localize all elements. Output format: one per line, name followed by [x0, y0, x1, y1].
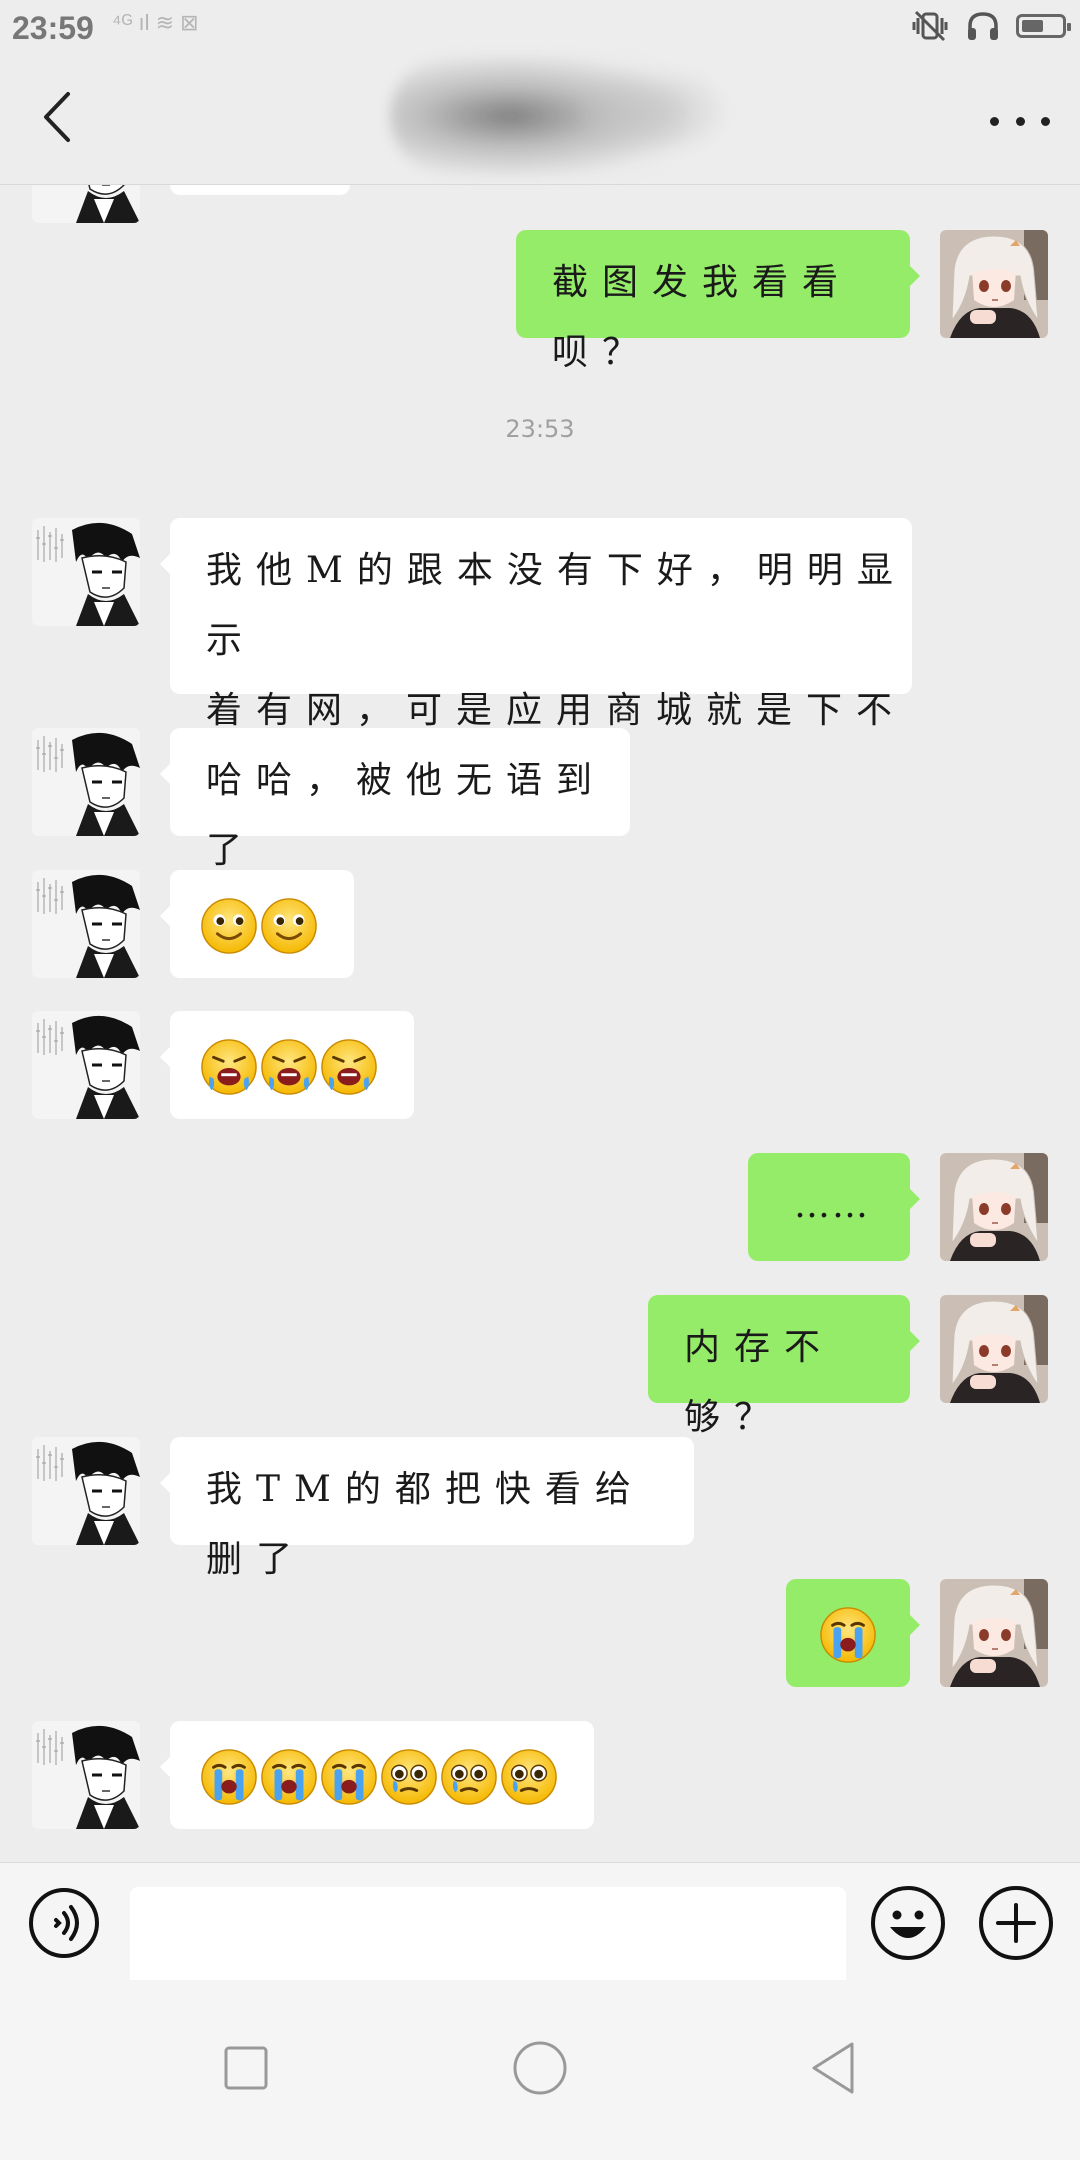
- avatar-contact[interactable]: [32, 1011, 140, 1119]
- status-time: 23:59: [12, 10, 94, 46]
- mute-vibrate-icon: [912, 10, 948, 42]
- teary-emoji: [380, 1748, 438, 1806]
- dot: [990, 116, 999, 126]
- more-dots-icon[interactable]: [990, 106, 1050, 136]
- message-bubble[interactable]: [170, 185, 350, 195]
- status-bar: 23:59 ⁴ᴳ ıl ≋ ⊠: [0, 0, 1080, 56]
- battery-icon: [1016, 14, 1071, 38]
- teary-emoji: [500, 1748, 558, 1806]
- avatar-contact[interactable]: [32, 870, 140, 978]
- back-icon[interactable]: [804, 2038, 864, 2098]
- puke-emoji: [320, 1038, 378, 1096]
- chevron-left-icon[interactable]: [32, 82, 92, 152]
- puke-emoji: [200, 1038, 258, 1096]
- message-text-line: 我他M的跟本没有下好，明明显示: [206, 550, 907, 661]
- avatar-self[interactable]: [940, 1579, 1048, 1687]
- message-text: 截图发我看看呗？: [552, 262, 853, 373]
- teary-emoji: [440, 1748, 498, 1806]
- message-bubble[interactable]: 我TM的都把快看给删了: [160, 1437, 694, 1580]
- crying-emoji: [200, 1748, 258, 1806]
- message-bubble[interactable]: [786, 1579, 920, 1687]
- crying-emoji: [260, 1748, 318, 1806]
- dot: [1015, 116, 1025, 126]
- message-text: 内存不够？: [684, 1327, 835, 1438]
- plus-icon[interactable]: [978, 1885, 1054, 1961]
- puke-emoji: [260, 1038, 318, 1096]
- battery-level: [1022, 20, 1043, 32]
- avatar-contact[interactable]: [32, 518, 140, 626]
- message-input-bar: [0, 1862, 1080, 1993]
- headphones-icon: [968, 12, 998, 40]
- avatar-contact[interactable]: [32, 185, 140, 223]
- recent-apps-icon[interactable]: [216, 2038, 276, 2098]
- message-text: ……: [794, 1185, 870, 1226]
- message-bubble[interactable]: 哈哈，被他无语到了: [160, 728, 630, 871]
- message-bubble[interactable]: [160, 1011, 414, 1119]
- avatar-self[interactable]: [940, 1295, 1048, 1403]
- message-text: 哈哈，被他无语到了: [206, 760, 607, 871]
- status-right-icons: [910, 10, 1071, 42]
- crying-emoji: [320, 1748, 378, 1806]
- signal-wifi-icons: ⁴ᴳ ıl ≋ ⊠: [112, 10, 199, 35]
- message-timestamp: 23:53: [505, 415, 575, 443]
- avatar-contact[interactable]: [32, 728, 140, 836]
- chat-header: [0, 56, 1080, 185]
- message-bubble[interactable]: 截图发我看看呗？: [516, 230, 920, 373]
- dot: [1041, 116, 1050, 126]
- avatar-self[interactable]: [940, 1153, 1048, 1261]
- message-bubble[interactable]: ……: [748, 1153, 920, 1261]
- message-text-input[interactable]: [130, 1887, 846, 1993]
- message-bubble[interactable]: [160, 870, 354, 978]
- avatar-contact[interactable]: [32, 1721, 140, 1829]
- voice-icon[interactable]: [28, 1887, 100, 1959]
- message-bubble[interactable]: 内存不够？: [648, 1295, 920, 1438]
- emoji-face-icon[interactable]: [870, 1885, 946, 1961]
- crying-emoji: [819, 1606, 877, 1664]
- system-nav-bar: [0, 1980, 1080, 2160]
- chat-message-list[interactable]: 截图发我看看呗？ 23:53 我他M的跟本没有下好，明明显示 着有网，可是应用商…: [0, 185, 1080, 1860]
- home-icon[interactable]: [510, 2038, 570, 2098]
- avatar-self[interactable]: [940, 230, 1048, 338]
- message-text: 我TM的都把快看给删了: [206, 1469, 645, 1580]
- smile-emoji: [200, 897, 258, 955]
- blurred-contact-name-tail: [580, 76, 720, 146]
- message-bubble[interactable]: 我他M的跟本没有下好，明明显示 着有网，可是应用商城就是下不了。: [160, 518, 912, 801]
- smile-emoji: [260, 897, 318, 955]
- message-bubble[interactable]: [160, 1721, 594, 1829]
- avatar-contact[interactable]: [32, 1437, 140, 1545]
